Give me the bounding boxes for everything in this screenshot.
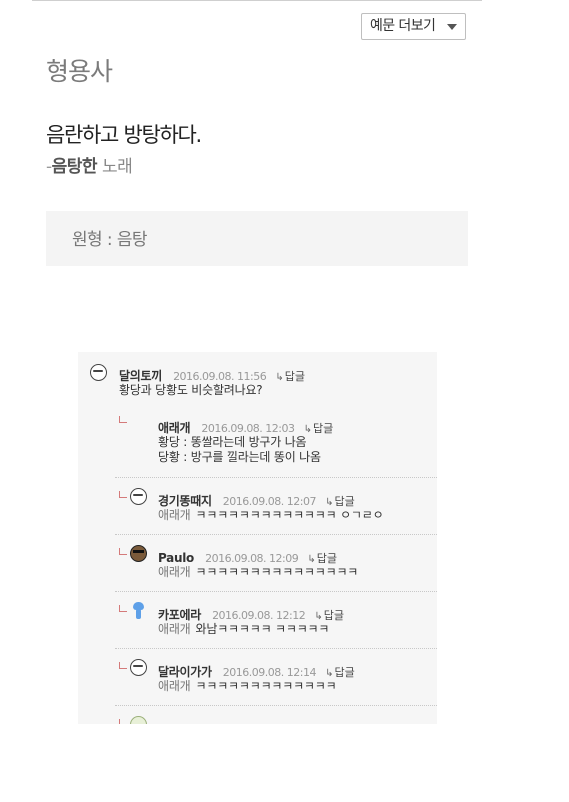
- example-sentence: -음탕한 노래: [46, 152, 133, 177]
- comment-date: 2016.09.08. 12:14: [222, 666, 317, 679]
- reply-arrow-icon: ↳: [325, 497, 334, 508]
- comment-nickname[interactable]: 달의토끼: [119, 369, 162, 383]
- reply-button[interactable]: ↳답글: [325, 666, 355, 679]
- blue-character-icon: [130, 602, 147, 619]
- reply-button[interactable]: ↳답글: [314, 609, 344, 622]
- reply-arrow-icon: ↳: [275, 372, 284, 383]
- reply-label: 답글: [334, 666, 355, 679]
- comment-mention[interactable]: 애래개: [158, 508, 191, 522]
- reply-label: 답글: [316, 552, 337, 565]
- comment-mention[interactable]: 애래개: [158, 622, 191, 636]
- reply-button[interactable]: ↳답글: [325, 495, 355, 508]
- reply-indent-icon: [119, 491, 127, 498]
- face-icon: [130, 659, 147, 676]
- reply-indent-icon: [119, 719, 127, 724]
- definition-text: 음란하고 방탕하다.: [46, 123, 202, 147]
- reply-label: 답글: [284, 370, 305, 383]
- example-more-button[interactable]: 예문 더보기: [361, 13, 466, 40]
- reply-indent-icon: [119, 416, 127, 423]
- reply-indent-icon: [119, 605, 127, 612]
- comment-mention[interactable]: 애래개: [158, 679, 191, 693]
- reply-button[interactable]: ↳답글: [307, 552, 337, 565]
- comment-divider: [115, 705, 437, 707]
- reply-indent-icon: [119, 548, 127, 555]
- reply-button[interactable]: ↳답글: [275, 370, 305, 383]
- comment-text-line2: 당황 : 방구를 낄라는데 똥이 나옴: [158, 450, 321, 464]
- comment-text: 애래개 ㅋㅋㅋㅋㅋㅋㅋㅋㅋㅋㅋㅋㅋ: [158, 679, 337, 694]
- sunglasses-face-icon: [130, 545, 147, 562]
- comment-list: 달의토끼 2016.09.08. 11:56 ↳답글 황당과 당황도 비슷할려나…: [78, 352, 437, 724]
- reply-indent-icon: [119, 662, 127, 669]
- face-icon: [90, 364, 107, 381]
- example-more-label: 예문 더보기: [370, 18, 436, 34]
- reply-label: 답글: [323, 609, 344, 622]
- comment-text: 황당과 당황도 비슷할려나요?: [119, 383, 263, 397]
- comment-text: 황당 : 똥쌀라는데 방구가 나옴: [158, 435, 307, 449]
- reply-arrow-icon: ↳: [314, 611, 323, 622]
- comment-date: 2016.09.08. 11:56: [173, 370, 267, 383]
- reply-label: 답글: [334, 495, 355, 508]
- chevron-down-icon: [447, 24, 457, 30]
- comment-divider: [115, 591, 437, 593]
- comment-divider: [115, 648, 437, 650]
- comment-body: ㅋㅋㅋㅋㅋㅋㅋㅋㅋㅋㅋㅋㅋ ㅇㄱㄹㅇ: [195, 508, 384, 522]
- reply-arrow-icon: ↳: [325, 668, 334, 679]
- flower-icon: [130, 716, 147, 724]
- comment-nickname[interactable]: 경기똥때지: [158, 494, 212, 508]
- comment-divider: [115, 477, 437, 479]
- comment-date: 2016.09.08. 12:03: [201, 422, 295, 435]
- comment-nickname[interactable]: 달라이가가: [158, 665, 212, 679]
- top-divider: [32, 0, 482, 1]
- comment-date: 2016.09.08. 12:12: [212, 609, 306, 622]
- comment-nickname[interactable]: Paulo: [158, 551, 194, 565]
- comment-divider: [115, 534, 437, 536]
- comment-nickname[interactable]: 카포에라: [158, 608, 201, 622]
- reply-arrow-icon: ↳: [307, 554, 316, 565]
- comment-body: ㅋㅋㅋㅋㅋㅋㅋㅋㅋㅋㅋㅋㅋ: [195, 679, 337, 693]
- comment-body: ㅋㅋㅋㅋㅋㅋㅋㅋㅋㅋㅋㅋㅋㅋㅋ: [195, 565, 359, 579]
- example-rest: 노래: [97, 157, 133, 177]
- comment-text: 애래개 와남ㅋㅋㅋㅋㅋ ㅋㅋㅋㅋㅋ: [158, 622, 329, 637]
- comment-date: 2016.09.08. 12:09: [205, 552, 299, 565]
- comment-nickname[interactable]: 애래개: [158, 421, 191, 435]
- comment-date: 2016.09.08. 12:07: [222, 495, 317, 508]
- reply-arrow-icon: ↳: [303, 424, 312, 435]
- example-keyword: 음탕한: [51, 157, 98, 177]
- comment-text: 애래개 ㅋㅋㅋㅋㅋㅋㅋㅋㅋㅋㅋㅋㅋㅋㅋ: [158, 565, 358, 580]
- origin-text: 원형 : 음탕: [72, 230, 148, 250]
- comment-mention[interactable]: 애래개: [158, 565, 191, 579]
- part-of-speech: 형용사: [46, 57, 113, 86]
- comment-text: 애래개 ㅋㅋㅋㅋㅋㅋㅋㅋㅋㅋㅋㅋㅋ ㅇㄱㄹㅇ: [158, 508, 384, 523]
- face-icon: [130, 488, 147, 505]
- comment-body: 와남ㅋㅋㅋㅋㅋ ㅋㅋㅋㅋㅋ: [195, 622, 330, 636]
- reply-button[interactable]: ↳답글: [304, 422, 334, 435]
- origin-box: 원형 : 음탕: [46, 211, 468, 266]
- reply-label: 답글: [313, 422, 334, 435]
